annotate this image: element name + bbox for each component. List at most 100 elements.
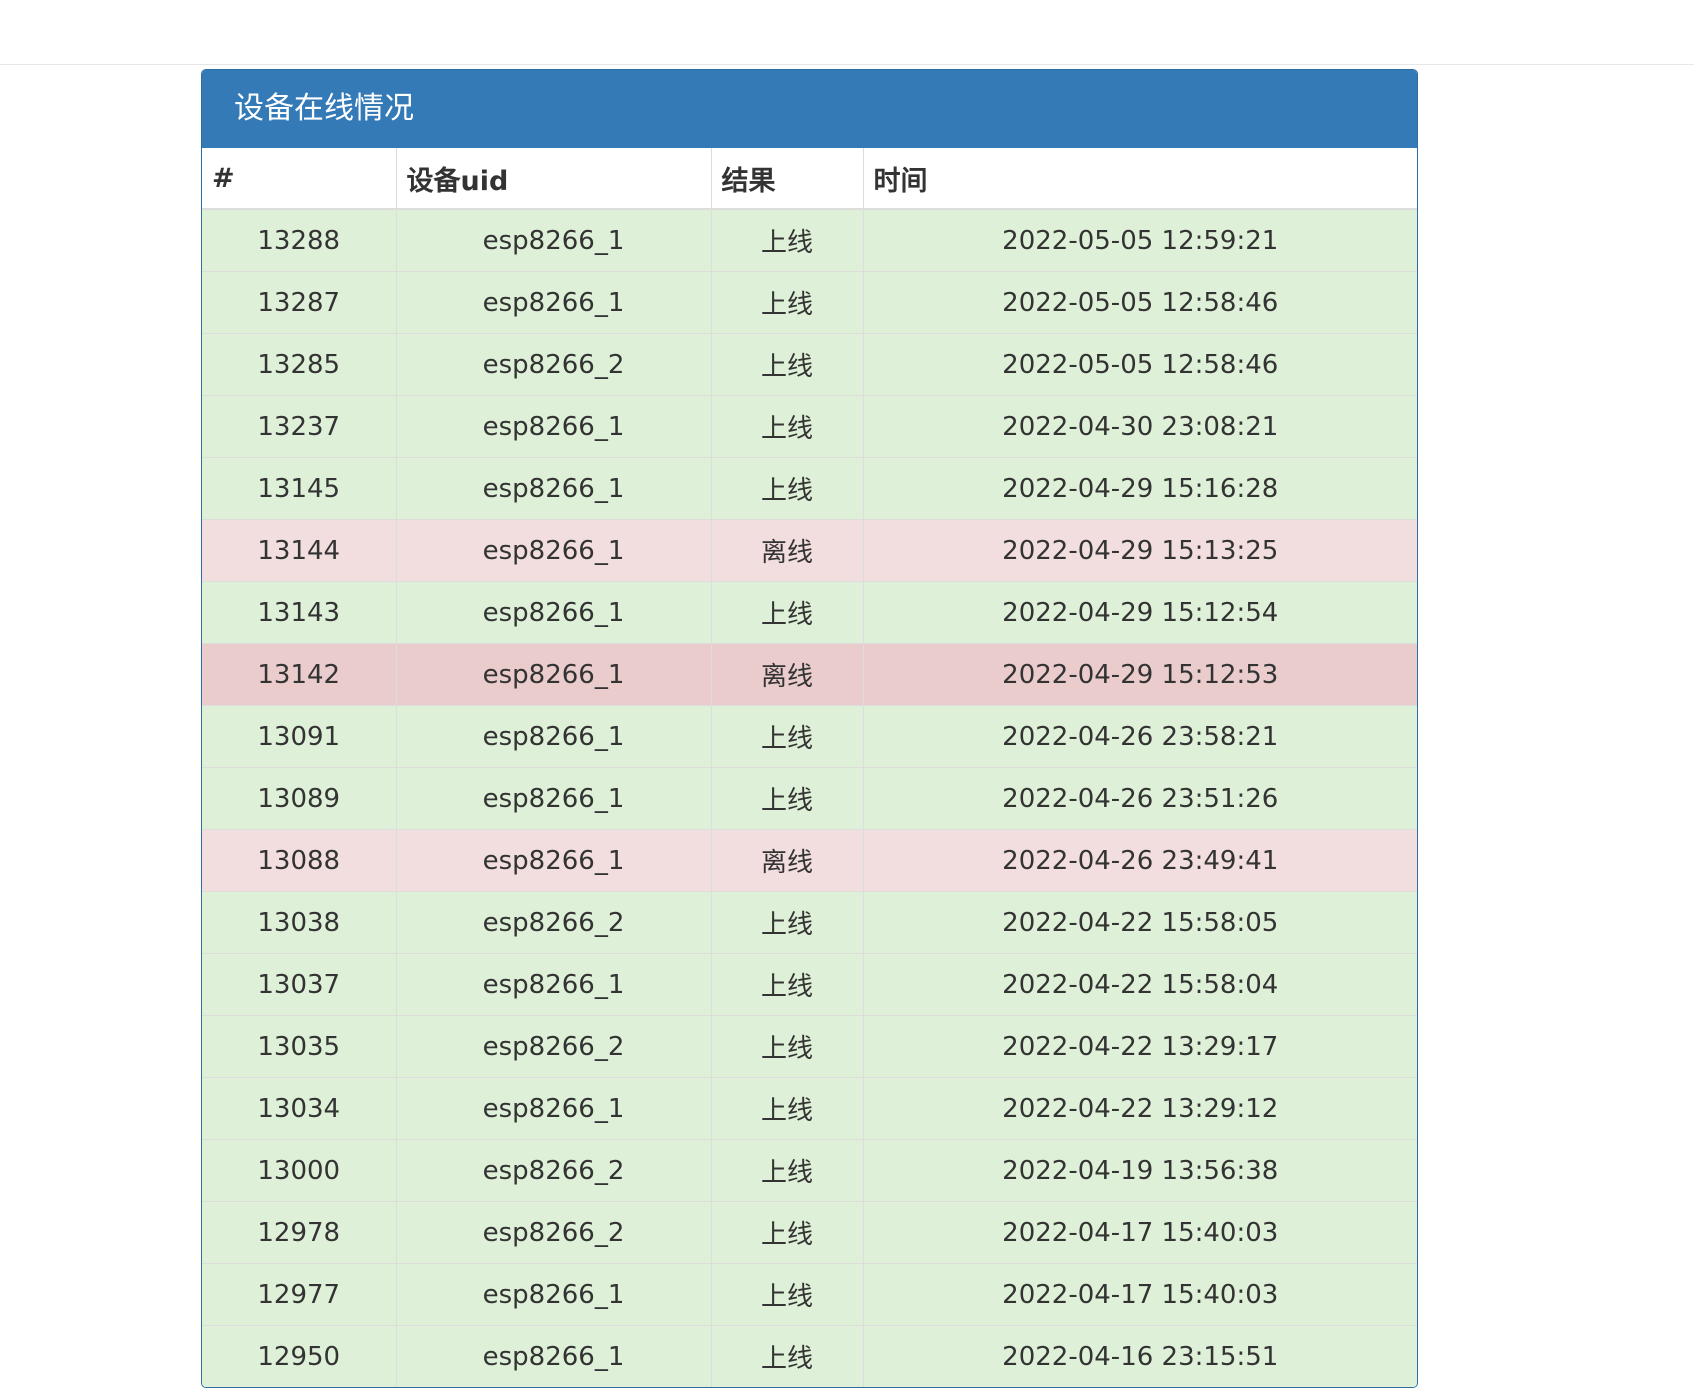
top-navbar [0,0,1694,65]
cell-result: 上线 [711,1201,864,1264]
cell-id: 13088 [202,829,397,892]
cell-result: 上线 [711,208,864,272]
table-body: 13288 esp8266_1 上线 2022-05-05 12:59:21 13287… [202,208,1417,1387]
cell-id: 13000 [202,1139,397,1202]
cell-device-uid: esp8266_1 [396,643,712,706]
table-row: 13000 esp8266_2 上线 2022-04-19 13:56:38 [202,1139,1417,1202]
column-header-time: 时间 [863,148,1417,210]
cell-time: 2022-04-16 23:15:51 [863,1325,1417,1387]
cell-time: 2022-04-22 13:29:17 [863,1015,1417,1078]
cell-id: 13287 [202,271,397,334]
cell-time: 2022-04-26 23:49:41 [863,829,1417,892]
cell-result: 上线 [711,1015,864,1078]
cell-result: 离线 [711,829,864,892]
cell-result: 上线 [711,333,864,396]
table-row: 12950 esp8266_1 上线 2022-04-16 23:15:51 [202,1325,1417,1387]
table-row: 13237 esp8266_1 上线 2022-04-30 23:08:21 [202,395,1417,458]
cell-result: 上线 [711,395,864,458]
table-row: 13144 esp8266_1 离线 2022-04-29 15:13:25 [202,519,1417,582]
device-status-panel: 设备在线情况 # 设备uid 结果 时间 13288 esp8266_1 上线 202… [201,69,1418,1388]
table-row: 13038 esp8266_2 上线 2022-04-22 15:58:05 [202,891,1417,954]
cell-device-uid: esp8266_2 [396,333,712,396]
cell-device-uid: esp8266_1 [396,953,712,1016]
table-row: 13035 esp8266_2 上线 2022-04-22 13:29:17 [202,1015,1417,1078]
table-header-row: # 设备uid 结果 时间 [202,148,1417,210]
cell-device-uid: esp8266_1 [396,767,712,830]
cell-id: 13037 [202,953,397,1016]
column-header-result: 结果 [711,148,864,210]
table-row: 13287 esp8266_1 上线 2022-05-05 12:58:46 [202,271,1417,334]
cell-device-uid: esp8266_1 [396,1325,712,1387]
cell-time: 2022-04-17 15:40:03 [863,1201,1417,1264]
cell-device-uid: esp8266_2 [396,1139,712,1202]
cell-time: 2022-04-22 15:58:04 [863,953,1417,1016]
table-row: 13142 esp8266_1 离线 2022-04-29 15:12:53 [202,643,1417,706]
cell-id: 12950 [202,1325,397,1387]
cell-device-uid: esp8266_1 [396,519,712,582]
cell-device-uid: esp8266_1 [396,271,712,334]
cell-time: 2022-04-29 15:12:54 [863,581,1417,644]
cell-time: 2022-05-05 12:59:21 [863,208,1417,272]
cell-id: 13143 [202,581,397,644]
cell-result: 上线 [711,1325,864,1387]
table-row: 13145 esp8266_1 上线 2022-04-29 15:16:28 [202,457,1417,520]
cell-result: 上线 [711,1077,864,1140]
cell-id: 13034 [202,1077,397,1140]
cell-id: 13237 [202,395,397,458]
cell-id: 13091 [202,705,397,768]
table-row: 13034 esp8266_1 上线 2022-04-22 13:29:12 [202,1077,1417,1140]
cell-id: 13089 [202,767,397,830]
cell-result: 上线 [711,457,864,520]
cell-id: 13288 [202,208,397,272]
cell-result: 上线 [711,1139,864,1202]
cell-time: 2022-04-22 13:29:12 [863,1077,1417,1140]
cell-device-uid: esp8266_1 [396,395,712,458]
cell-device-uid: esp8266_1 [396,208,712,272]
cell-result: 离线 [711,519,864,582]
cell-time: 2022-04-29 15:13:25 [863,519,1417,582]
cell-result: 上线 [711,891,864,954]
cell-time: 2022-04-29 15:16:28 [863,457,1417,520]
cell-device-uid: esp8266_1 [396,1077,712,1140]
cell-time: 2022-04-26 23:51:26 [863,767,1417,830]
table-row: 13143 esp8266_1 上线 2022-04-29 15:12:54 [202,581,1417,644]
cell-time: 2022-04-19 13:56:38 [863,1139,1417,1202]
cell-result: 上线 [711,953,864,1016]
table-row: 13285 esp8266_2 上线 2022-05-05 12:58:46 [202,333,1417,396]
cell-result: 上线 [711,271,864,334]
cell-device-uid: esp8266_1 [396,457,712,520]
table-row: 12977 esp8266_1 上线 2022-04-17 15:40:03 [202,1263,1417,1326]
cell-time: 2022-05-05 12:58:46 [863,271,1417,334]
cell-id: 13144 [202,519,397,582]
cell-id: 13285 [202,333,397,396]
cell-result: 上线 [711,1263,864,1326]
cell-id: 13038 [202,891,397,954]
column-header-uid: 设备uid [396,148,712,210]
table-row: 12978 esp8266_2 上线 2022-04-17 15:40:03 [202,1201,1417,1264]
cell-device-uid: esp8266_1 [396,829,712,892]
cell-time: 2022-04-30 23:08:21 [863,395,1417,458]
cell-time: 2022-04-29 15:12:53 [863,643,1417,706]
cell-device-uid: esp8266_1 [396,705,712,768]
cell-device-uid: esp8266_2 [396,1201,712,1264]
table-row: 13288 esp8266_1 上线 2022-05-05 12:59:21 [202,208,1417,272]
cell-device-uid: esp8266_2 [396,1015,712,1078]
cell-device-uid: esp8266_1 [396,581,712,644]
cell-time: 2022-04-22 15:58:05 [863,891,1417,954]
cell-device-uid: esp8266_1 [396,1263,712,1326]
table-row: 13089 esp8266_1 上线 2022-04-26 23:51:26 [202,767,1417,830]
cell-result: 上线 [711,767,864,830]
table-row: 13037 esp8266_1 上线 2022-04-22 15:58:04 [202,953,1417,1016]
cell-result: 上线 [711,581,864,644]
table-row: 13091 esp8266_1 上线 2022-04-26 23:58:21 [202,705,1417,768]
device-status-table: # 设备uid 结果 时间 13288 esp8266_1 上线 2022-05-05… [202,148,1417,1387]
cell-id: 13142 [202,643,397,706]
cell-id: 13145 [202,457,397,520]
cell-result: 离线 [711,643,864,706]
cell-time: 2022-04-17 15:40:03 [863,1263,1417,1326]
column-header-id: # [202,148,397,210]
cell-id: 12977 [202,1263,397,1326]
cell-id: 12978 [202,1201,397,1264]
cell-time: 2022-04-26 23:58:21 [863,705,1417,768]
table-row: 13088 esp8266_1 离线 2022-04-26 23:49:41 [202,829,1417,892]
